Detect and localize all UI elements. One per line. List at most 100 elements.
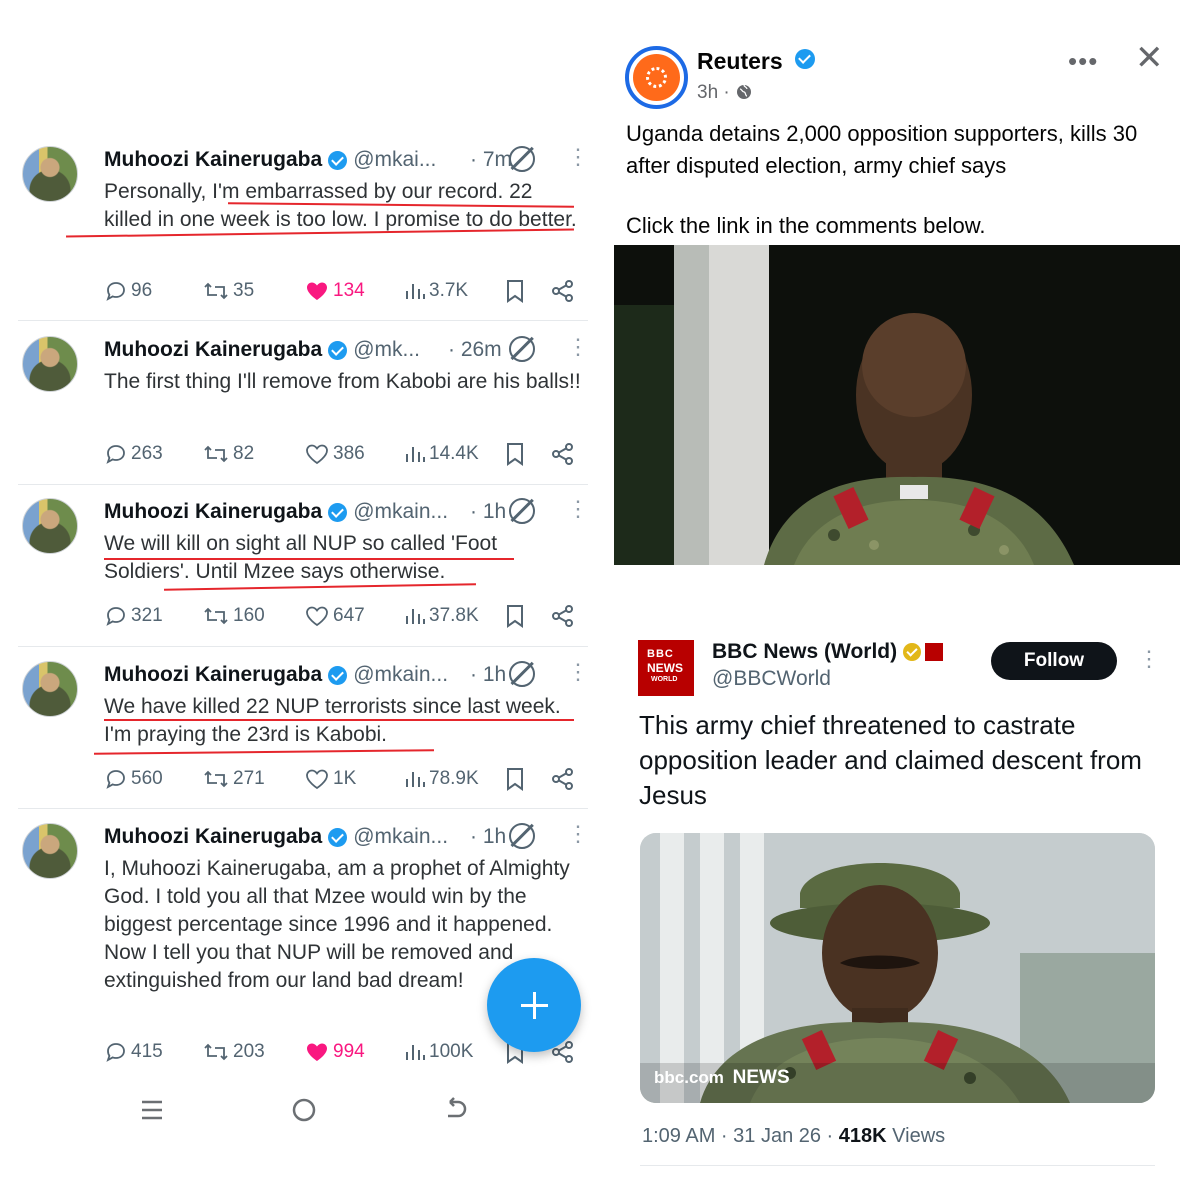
repost-icon	[204, 1043, 228, 1061]
reply-count: 560	[131, 768, 163, 789]
author-name[interactable]: Muhoozi Kainerugaba	[104, 338, 322, 362]
tweet-time[interactable]: · 1h	[470, 825, 506, 849]
author-handle[interactable]: @mkai...	[353, 148, 436, 172]
author-name[interactable]: Muhoozi Kainerugaba	[104, 148, 322, 172]
post-meta: 3h ·	[697, 82, 753, 104]
reply-button[interactable]: 96	[104, 276, 152, 306]
more-icon[interactable]: ⋮	[1138, 646, 1160, 672]
repost-button[interactable]: 160	[202, 601, 265, 631]
reply-button[interactable]: 321	[104, 601, 163, 631]
repost-button[interactable]: 271	[202, 764, 265, 794]
tweet-time[interactable]: · 1h	[470, 500, 506, 524]
share-icon[interactable]	[550, 278, 576, 304]
like-button[interactable]: 134	[304, 276, 365, 306]
bookmark-icon[interactable]	[504, 278, 526, 304]
share-icon[interactable]	[550, 603, 576, 629]
share-icon[interactable]	[550, 766, 576, 792]
bookmark-icon[interactable]	[504, 441, 526, 467]
grok-icon[interactable]	[509, 336, 535, 362]
more-icon[interactable]	[567, 144, 589, 170]
avatar[interactable]	[22, 823, 78, 879]
author-handle[interactable]: @mkain...	[353, 825, 448, 849]
grok-icon[interactable]	[509, 498, 535, 524]
author-handle[interactable]: @mk...	[353, 338, 420, 362]
bookmark-icon[interactable]	[504, 603, 526, 629]
back-icon[interactable]	[436, 1090, 476, 1130]
like-button[interactable]: 386	[304, 439, 365, 469]
tweet-feed: Muhoozi Kainerugaba @mkai... · 7m Person…	[0, 0, 600, 1200]
red-underline	[104, 558, 514, 560]
bookmark-icon[interactable]	[504, 766, 526, 792]
bbc-handle[interactable]: @BBCWorld	[712, 667, 831, 691]
logo-line: NEWS	[647, 661, 683, 675]
post-time[interactable]: 3h ·	[697, 82, 730, 103]
page-name[interactable]: Reuters	[697, 48, 821, 75]
post-photo[interactable]	[614, 245, 1180, 565]
avatar[interactable]	[22, 336, 78, 392]
repost-button[interactable]: 82	[202, 439, 254, 469]
bbc-news-logo-avatar[interactable]: BBC NEWS WORLD	[638, 640, 694, 696]
reuters-logo-avatar[interactable]	[625, 46, 688, 109]
divider	[18, 808, 588, 809]
watermark-news: NEWS	[732, 1067, 790, 1088]
compose-plus-icon[interactable]	[487, 958, 581, 1052]
author-handle[interactable]: @mkain...	[353, 500, 448, 524]
views-button[interactable]: 37.8K	[404, 601, 479, 631]
divider	[18, 646, 588, 647]
views-icon	[406, 772, 425, 787]
post-timestamp[interactable]: 1:09 AM · 31 Jan 26 ·	[642, 1125, 833, 1147]
more-icon[interactable]	[567, 821, 589, 847]
grok-icon[interactable]	[509, 146, 535, 172]
grok-icon[interactable]	[509, 661, 535, 687]
reply-button[interactable]: 415	[104, 1037, 163, 1067]
tweet-time[interactable]: · 7m	[470, 148, 512, 172]
avatar[interactable]	[22, 146, 78, 202]
repost-button[interactable]: 203	[202, 1037, 265, 1067]
reply-button[interactable]: 560	[104, 764, 163, 794]
reply-count: 321	[131, 605, 163, 626]
share-icon[interactable]	[550, 441, 576, 467]
bbc-account-name[interactable]: BBC News (World)	[712, 640, 944, 664]
verified-badge-icon	[328, 150, 348, 170]
views-count: 14.4K	[429, 443, 479, 464]
author-name[interactable]: Muhoozi Kainerugaba	[104, 825, 322, 849]
grok-icon[interactable]	[509, 823, 535, 849]
views-button[interactable]: 3.7K	[404, 276, 468, 306]
close-icon[interactable]: ✕	[1135, 38, 1164, 78]
more-icon[interactable]	[567, 496, 589, 522]
reply-button[interactable]: 263	[104, 439, 163, 469]
tweet-time[interactable]: · 26m	[448, 338, 502, 362]
views-button[interactable]: 100K	[404, 1037, 473, 1067]
watermark-source: bbc.com	[654, 1068, 724, 1087]
home-circle-icon[interactable]	[284, 1090, 324, 1130]
red-underline	[93, 749, 435, 755]
reply-icon	[106, 445, 125, 464]
reply-icon	[106, 770, 125, 789]
heart-icon	[306, 606, 328, 627]
repost-count: 82	[233, 443, 255, 464]
like-button[interactable]: 994	[304, 1037, 365, 1067]
menu-icon[interactable]	[132, 1090, 172, 1130]
like-button[interactable]: 647	[304, 601, 365, 631]
bbc-post-photo[interactable]: bbc.com NEWS	[640, 833, 1155, 1103]
avatar[interactable]	[22, 498, 78, 554]
like-button[interactable]: 1K	[304, 764, 356, 794]
more-icon[interactable]	[567, 659, 589, 685]
author-handle[interactable]: @mkain...	[353, 663, 448, 687]
avatar[interactable]	[22, 661, 78, 717]
author-name[interactable]: Muhoozi Kainerugaba	[104, 500, 322, 524]
repost-count: 35	[233, 280, 255, 301]
more-icon[interactable]	[567, 334, 589, 360]
more-horizontal-icon[interactable]: •••	[1068, 46, 1098, 77]
author-name[interactable]: Muhoozi Kainerugaba	[104, 663, 322, 687]
tweet-actions: 263 82 386 14.4K	[104, 439, 584, 469]
repost-count: 271	[233, 768, 265, 789]
tweet-time[interactable]: · 1h	[470, 663, 506, 687]
views-button[interactable]: 78.9K	[404, 764, 479, 794]
follow-button[interactable]: Follow	[991, 642, 1117, 680]
views-button[interactable]: 14.4K	[404, 439, 479, 469]
heart-icon	[307, 282, 327, 300]
repost-button[interactable]: 35	[202, 276, 254, 306]
views-count: 37.8K	[429, 605, 479, 626]
repost-icon	[204, 770, 228, 788]
